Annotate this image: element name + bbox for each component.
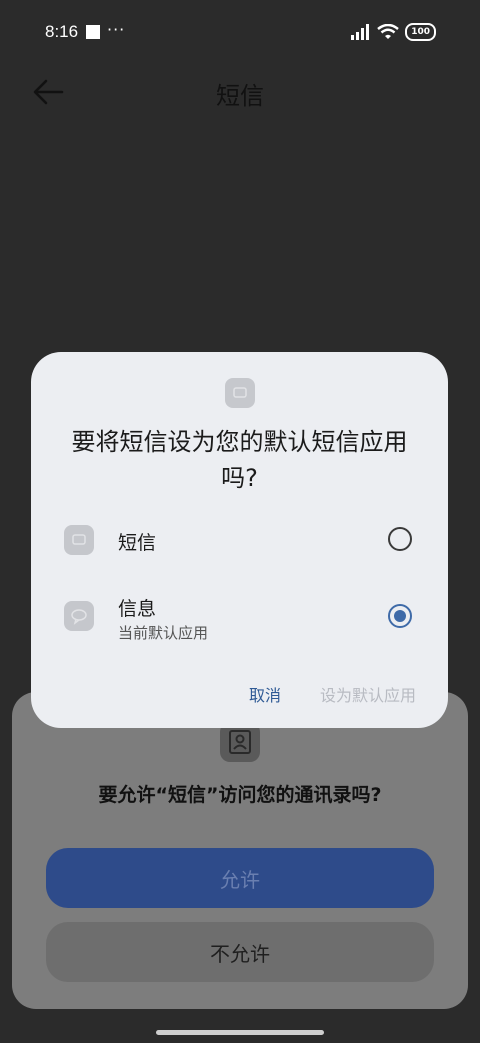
- permission-sheet: 要允许“短信”访问您的通讯录吗? 允许 不允许: [12, 692, 468, 1009]
- notification-icon: [86, 25, 100, 39]
- more-notifications-icon: ···: [107, 20, 126, 39]
- cancel-button[interactable]: 取消: [249, 682, 281, 706]
- deny-button[interactable]: 不允许: [46, 922, 434, 982]
- option-sms[interactable]: 短信: [31, 510, 448, 570]
- page-title: 短信: [216, 82, 264, 110]
- radio-button-selected[interactable]: [388, 604, 412, 628]
- radio-button[interactable]: [388, 527, 412, 551]
- messages-app-icon: [64, 601, 94, 631]
- sms-app-icon: [64, 525, 94, 555]
- option-subtitle: 当前默认应用: [118, 624, 209, 642]
- option-name: 短信: [118, 532, 157, 554]
- battery-icon: 100: [405, 23, 436, 41]
- option-name: 信息: [118, 598, 157, 620]
- option-messages[interactable]: 信息 当前默认应用: [31, 584, 448, 644]
- sms-app-icon: [225, 378, 255, 408]
- signal-icon: [351, 24, 370, 40]
- contacts-icon: [220, 722, 260, 762]
- status-time: 8:16: [45, 22, 79, 41]
- status-icons: 100: [351, 23, 436, 41]
- home-indicator[interactable]: [156, 1030, 324, 1035]
- permission-title: 要允许“短信”访问您的通讯录吗?: [98, 784, 382, 806]
- wifi-icon: [377, 24, 399, 39]
- set-default-button[interactable]: 设为默认应用: [320, 682, 416, 706]
- dialog-title: 要将短信设为您的默认短信应用吗?: [71, 428, 408, 492]
- allow-button[interactable]: 允许: [46, 848, 434, 908]
- default-sms-dialog: 要将短信设为您的默认短信应用吗? 短信 信息 当前默认应用 取消 设为默认应用: [31, 352, 448, 728]
- status-bar: 8:16 ··· 100: [0, 0, 480, 64]
